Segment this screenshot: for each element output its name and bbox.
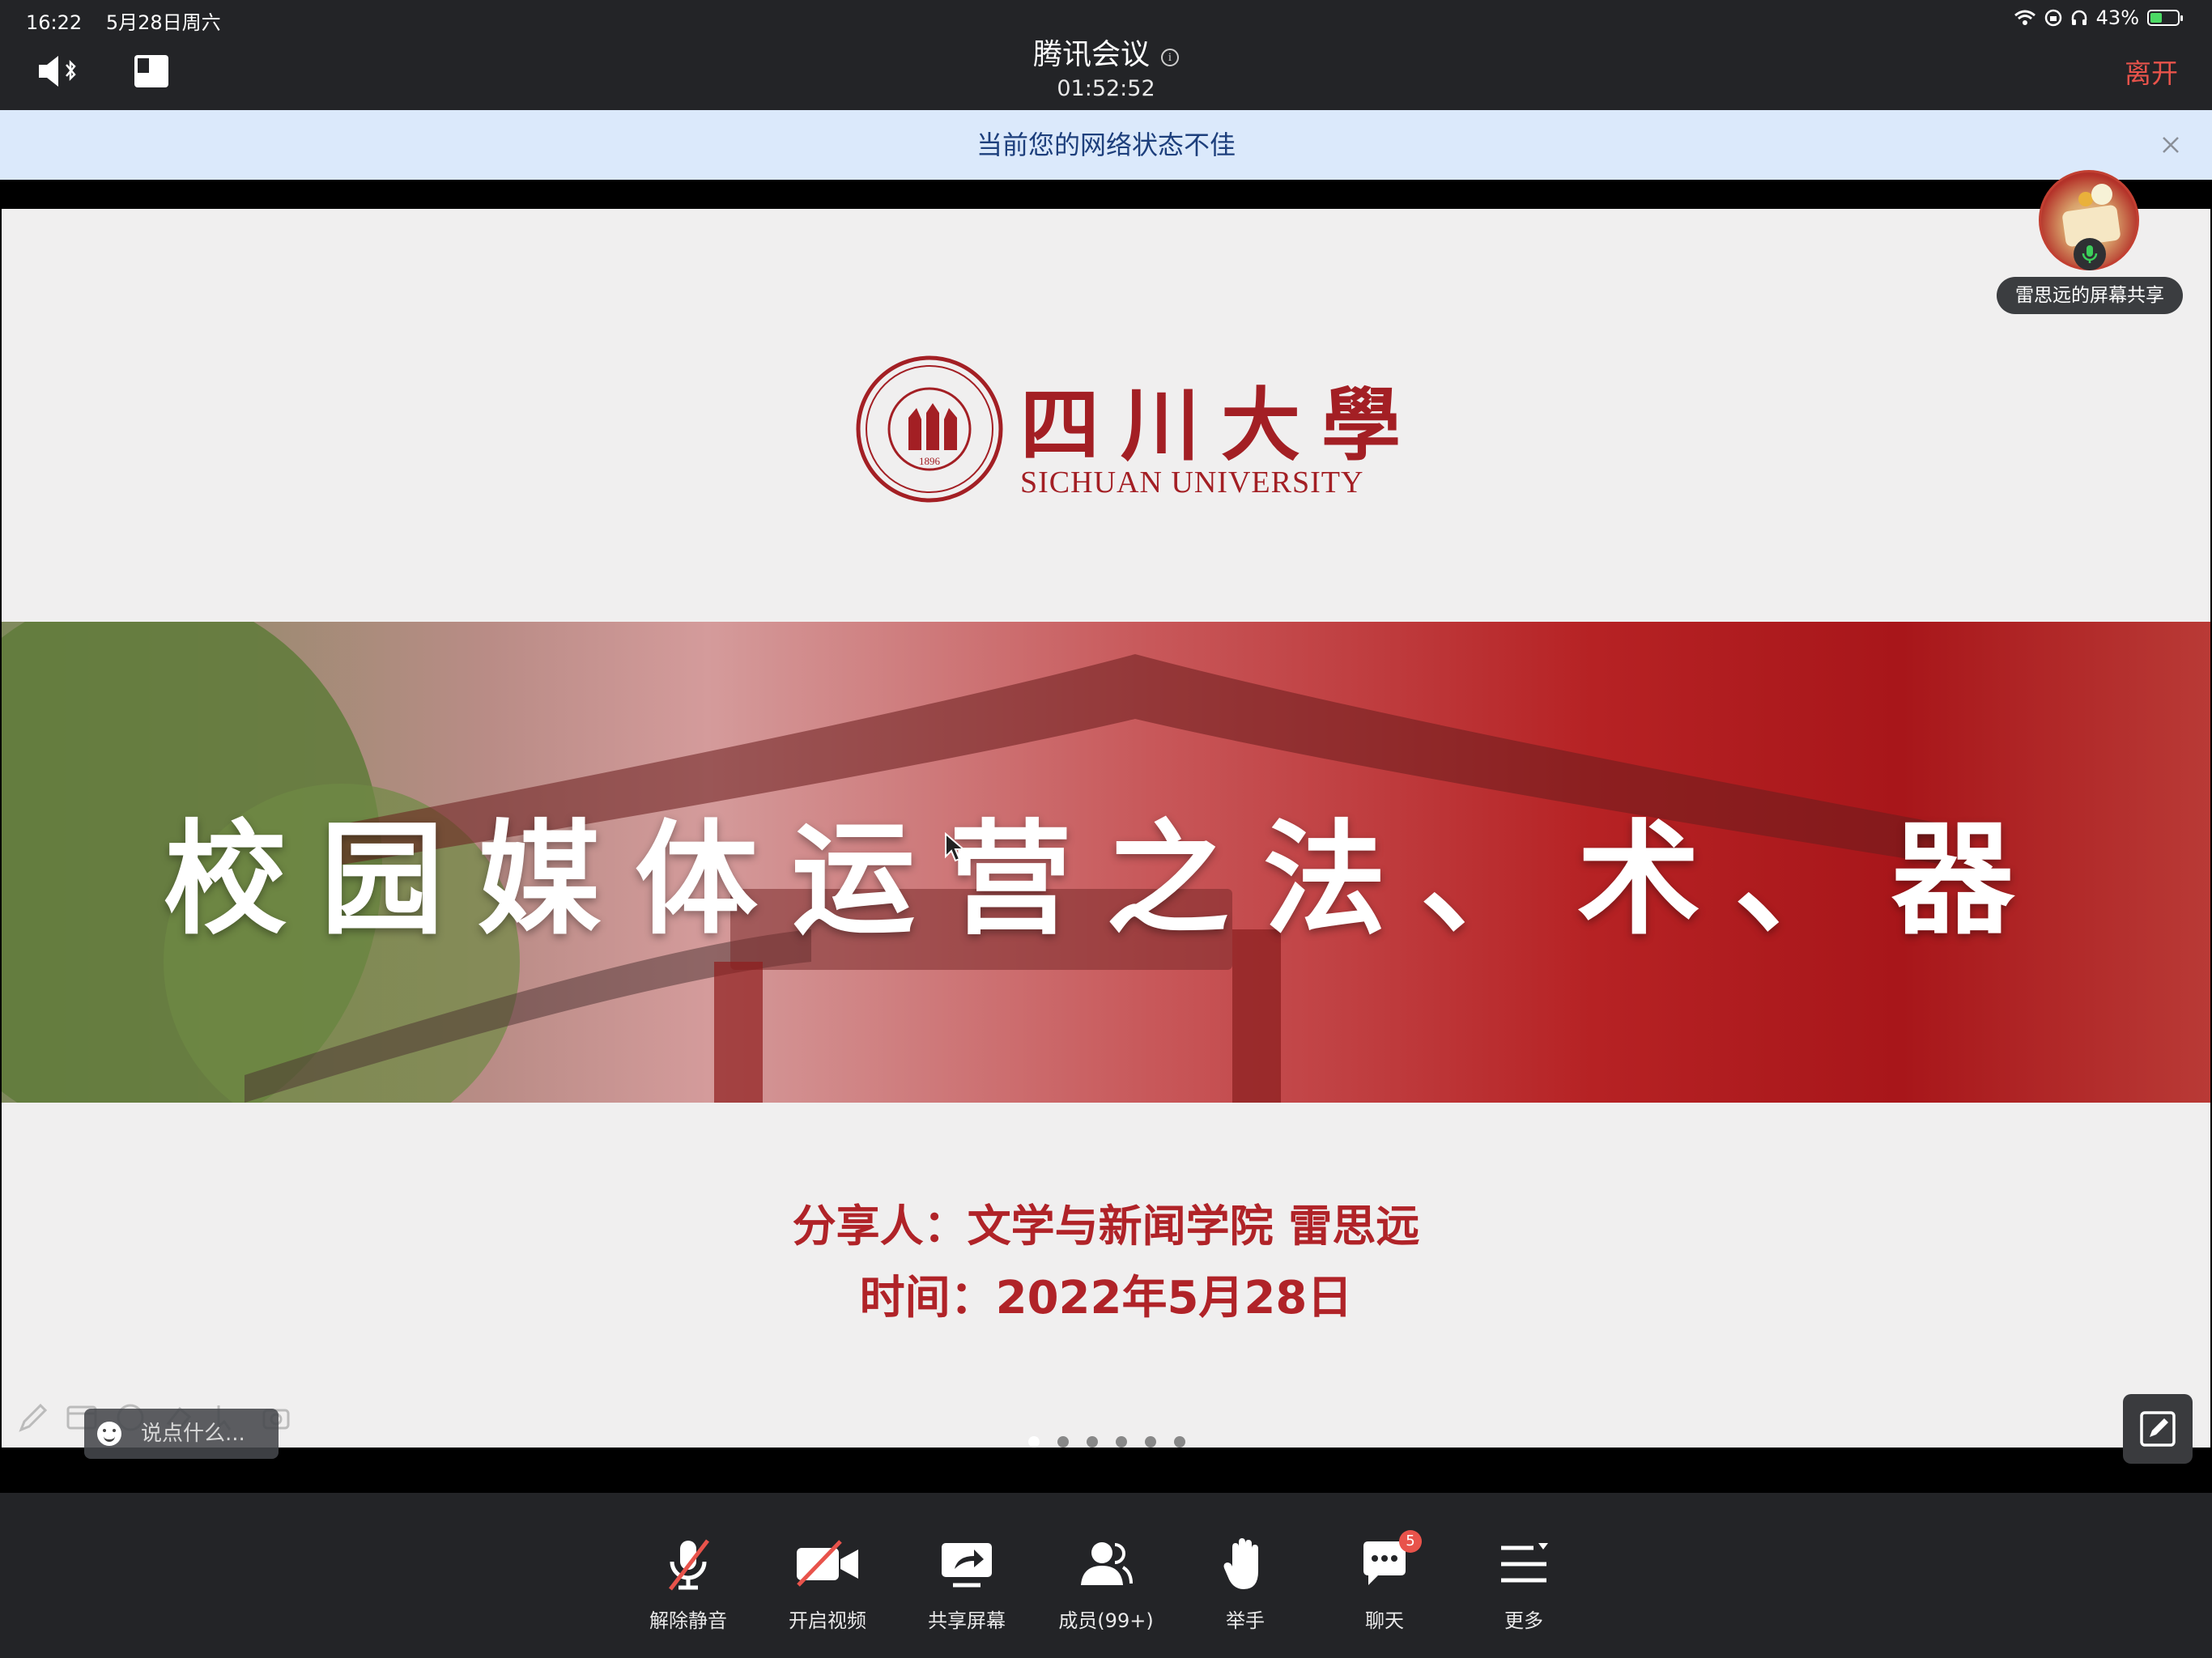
start-video-button[interactable]: 开启视频 — [758, 1533, 897, 1633]
pager-dot[interactable] — [1087, 1436, 1098, 1448]
more-icon — [1501, 1543, 1548, 1583]
video-off-icon — [797, 1540, 858, 1587]
unmute-button[interactable]: 解除静音 — [619, 1533, 758, 1633]
network-warning-text: 当前您的网络状态不佳 — [976, 130, 1236, 160]
svg-text:1896: 1896 — [919, 455, 941, 467]
leave-button[interactable]: 离开 — [2125, 52, 2178, 91]
slide-main-title: 校园媒体运营之法、术、器 — [164, 806, 2048, 951]
sharer-mic-icon — [2074, 238, 2106, 270]
info-icon[interactable]: i — [1161, 49, 1179, 66]
members-icon — [1081, 1542, 1133, 1585]
close-icon[interactable] — [2159, 133, 2183, 157]
meeting-timer: 01:52:52 — [1057, 76, 1155, 101]
members-button[interactable]: 成员(99+) — [1036, 1533, 1176, 1633]
screen-share-label: 雷思远的屏幕共享 — [1997, 277, 2183, 314]
share-screen-icon — [942, 1543, 992, 1588]
toolbar-label: 更多 — [1504, 1609, 1543, 1632]
mic-muted-icon — [669, 1539, 709, 1591]
toolbar-label: 解除静音 — [649, 1609, 727, 1632]
emoji-icon[interactable] — [97, 1422, 121, 1446]
meeting-toolbar: 解除静音 开启视频 共享屏幕 成员(99+) 举手 5 聊天 更多 — [0, 1493, 2212, 1658]
university-name-en: SICHUAN UNIVERSITY — [1020, 466, 1364, 500]
toolbar-label: 聊天 — [1365, 1609, 1404, 1632]
annotate-toggle-button[interactable] — [2123, 1394, 2193, 1464]
slide-banner: 校园媒体运营之法、术、器 — [2, 622, 2210, 1103]
quick-chat-input[interactable] — [84, 1409, 279, 1459]
chat-button[interactable]: 5 聊天 — [1315, 1530, 1454, 1633]
pointer-cursor-icon — [945, 832, 966, 862]
top-bar: 16:22 5月28日周六 43% 腾讯会议 i 01:52:52 离开 — [0, 0, 2212, 110]
share-screen-button[interactable]: 共享屏幕 — [897, 1533, 1036, 1633]
chat-text-field[interactable] — [141, 1422, 254, 1446]
status-bar-right: 43% — [2014, 6, 2183, 29]
slide-date-line: 时间：2022年5月28日 — [859, 1272, 1353, 1324]
shared-screen-slide: 1896 四川大學 SICHUAN UNIVERSITY 校园媒体运营之法、术、… — [2, 209, 2210, 1448]
pencil-icon[interactable] — [16, 1401, 50, 1435]
battery-percent: 43% — [2095, 6, 2139, 29]
university-name-cn: 四川大學 — [1020, 379, 1423, 472]
headphones-icon — [2071, 10, 2087, 25]
raise-hand-icon — [1223, 1538, 1258, 1589]
slide-presenter-line: 分享人：文学与新闻学院 雷思远 — [792, 1201, 1420, 1252]
sichuan-university-seal: 1896 — [856, 355, 1003, 503]
toolbar-label: 成员(99+) — [1058, 1609, 1154, 1632]
wifi-icon — [2014, 10, 2035, 25]
toolbar-label: 举手 — [1226, 1609, 1265, 1632]
pager-dot[interactable] — [1057, 1436, 1069, 1448]
pager-dot[interactable] — [1174, 1436, 1185, 1448]
battery-fill — [2150, 13, 2162, 23]
slide-pager[interactable] — [1028, 1436, 1185, 1448]
app-title: 腾讯会议 — [1032, 38, 1150, 71]
more-button[interactable]: 更多 — [1454, 1533, 1593, 1633]
pager-dot[interactable] — [1116, 1436, 1127, 1448]
screen-lock-icon — [2044, 9, 2061, 27]
toolbar-label: 开启视频 — [789, 1609, 866, 1632]
battery-icon — [2147, 10, 2183, 26]
pager-dot[interactable] — [1145, 1436, 1156, 1448]
raise-hand-button[interactable]: 举手 — [1176, 1533, 1315, 1633]
network-warning-banner: 当前您的网络状态不佳 — [0, 110, 2212, 180]
pager-dot[interactable] — [1028, 1436, 1040, 1448]
meeting-title-area: 腾讯会议 i 01:52:52 — [0, 31, 2212, 101]
chat-unread-badge: 5 — [1399, 1530, 1422, 1553]
toolbar-label: 共享屏幕 — [928, 1609, 1006, 1632]
annotate-pen-icon — [2140, 1411, 2176, 1447]
